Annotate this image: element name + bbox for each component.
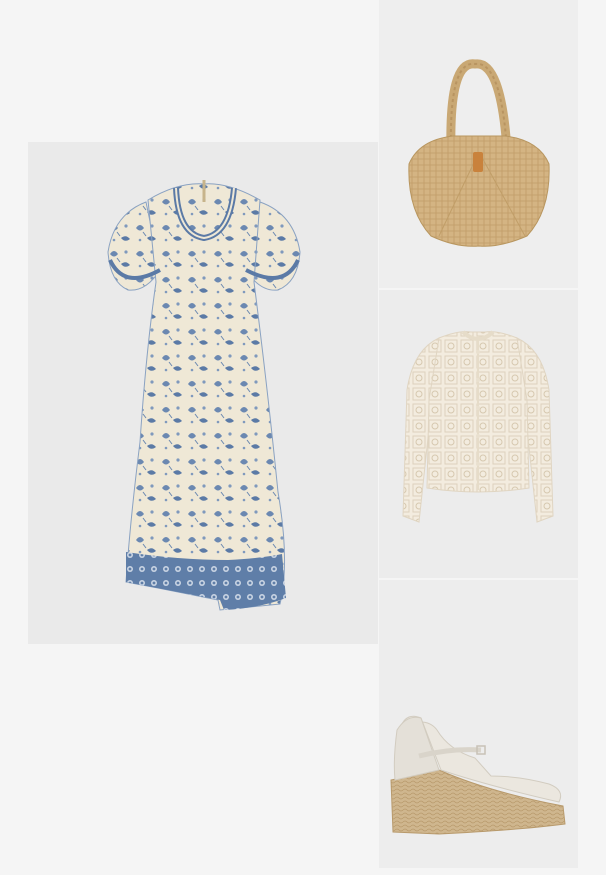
product-card-cardigan[interactable]: Cardigan xyxy=(379,290,578,578)
espadrille-image xyxy=(390,715,566,835)
bag-image xyxy=(408,59,550,247)
product-card-bag[interactable]: Bag xyxy=(379,0,578,288)
product-card-espadrille[interactable]: Espadrille xyxy=(379,580,578,868)
dress-image xyxy=(107,180,301,611)
product-card-dress[interactable]: Dress xyxy=(28,142,378,644)
cardigan-image xyxy=(402,330,554,523)
